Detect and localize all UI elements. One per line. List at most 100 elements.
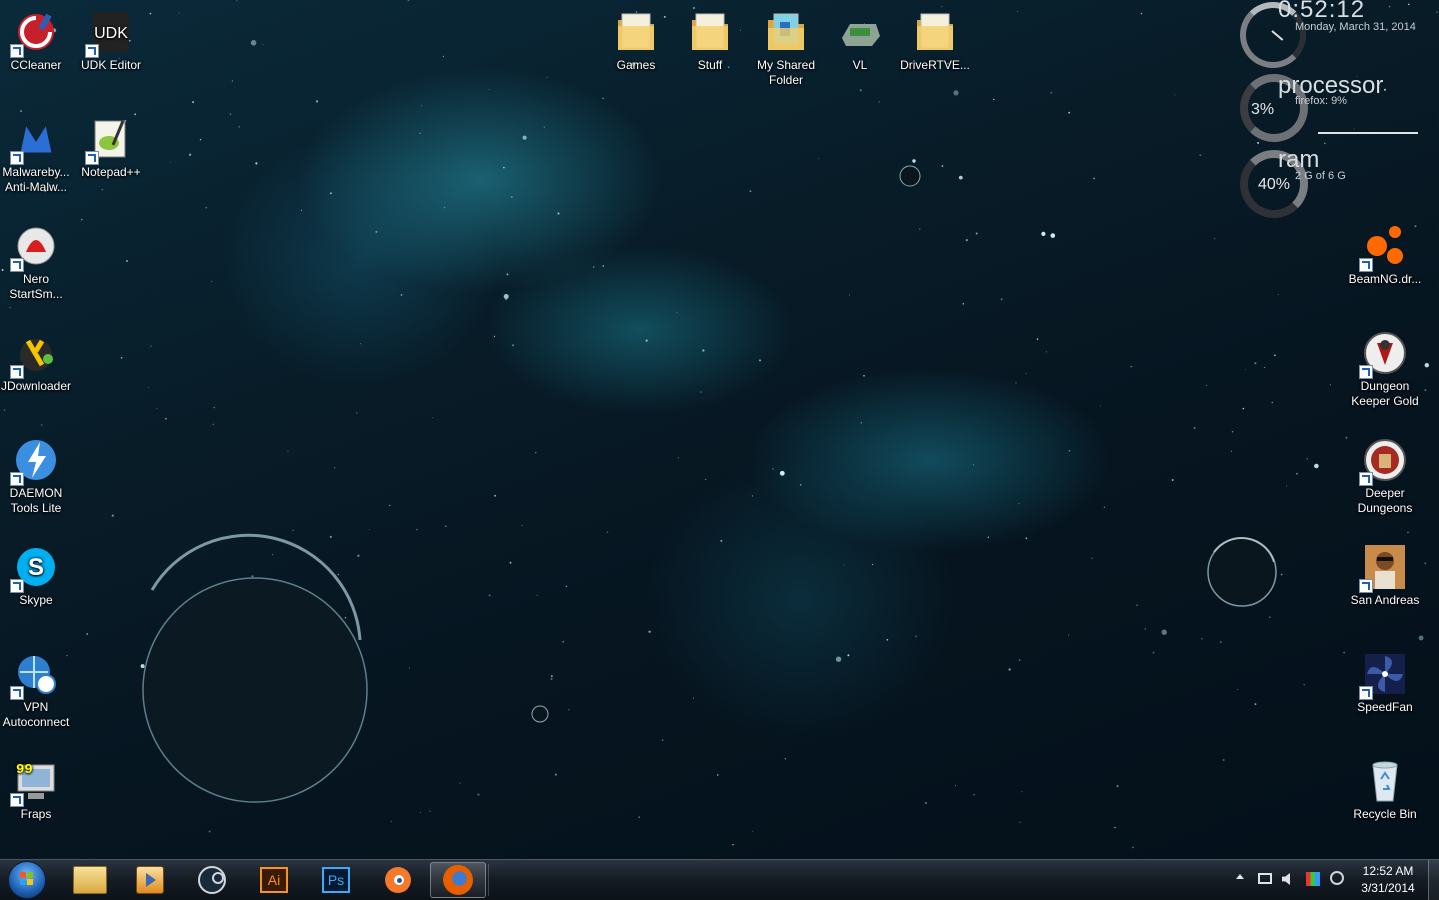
star (488, 89, 490, 91)
network-icon[interactable] (1258, 873, 1272, 884)
shortcut-arrow-icon (1359, 365, 1373, 379)
taskbar-firefox[interactable] (430, 862, 486, 898)
show-hidden-icons-button[interactable] (1236, 874, 1244, 879)
star (292, 529, 294, 531)
desktop-icon-dungeon-keeper-gold[interactable]: Dungeon Keeper Gold (1347, 329, 1423, 409)
star (886, 639, 889, 641)
desktop-icon-skype[interactable]: S Skype (0, 543, 74, 608)
desktop-icon-vpn-autoconnect[interactable]: VPN Autoconnect (0, 650, 74, 730)
star (1193, 427, 1196, 429)
star (1230, 450, 1232, 452)
desktop-icon-speedfan[interactable]: SpeedFan (1347, 650, 1423, 715)
taskbar-illustrator[interactable]: Ai (246, 862, 302, 898)
star (702, 349, 705, 352)
desktop-icon-recycle-bin[interactable]: Recycle Bin (1347, 757, 1423, 822)
star (720, 539, 723, 542)
desktop-icon-daemon-tools-lite[interactable]: DAEMON Tools Lite (0, 436, 74, 516)
taskbar-steam[interactable] (184, 862, 240, 898)
logitech-tray-icon[interactable] (1330, 871, 1344, 885)
speedfan-tray-icon[interactable] (1306, 872, 1320, 886)
star (535, 451, 537, 454)
star (638, 816, 640, 818)
tray-clock[interactable]: 12:52 AM 3/31/2014 (1350, 864, 1426, 895)
star (357, 554, 360, 557)
firefox-icon (443, 865, 473, 895)
desktop-icon-beamng-dr[interactable]: BeamNG.dr... (1347, 222, 1423, 287)
star (1025, 373, 1027, 374)
star (1424, 389, 1427, 391)
star (965, 239, 968, 242)
star (568, 709, 570, 711)
desktop-icon-fraps[interactable]: 99 Fraps (0, 757, 74, 822)
star (1407, 531, 1409, 533)
star (350, 687, 352, 690)
taskbar-photoshop[interactable]: Ps (308, 862, 364, 898)
star (550, 675, 553, 678)
tray-date: 3/31/2014 (1361, 881, 1415, 895)
star (847, 654, 850, 657)
star (330, 709, 332, 711)
icon-image (10, 8, 60, 58)
clock-gadget[interactable]: 0:52:12 Monday, March 31, 2014 (1238, 0, 1438, 70)
star (1161, 629, 1167, 635)
start-button[interactable] (2, 861, 52, 899)
star (419, 811, 421, 813)
star (1036, 338, 1039, 340)
desktop-icon-malwareby-anti-malw[interactable]: Malwareby... Anti-Malw... (0, 115, 74, 195)
desktop-icon-jdownloader[interactable]: JDownloader (0, 329, 74, 394)
show-desktop-button[interactable] (1428, 860, 1439, 900)
star (1152, 651, 1155, 654)
star (550, 677, 553, 680)
star (1329, 384, 1332, 386)
icon-image: S (10, 543, 60, 593)
desktop-icon-san-andreas[interactable]: San Andreas (1347, 543, 1423, 608)
desktop-icon-notepad[interactable]: Notepad++ (73, 115, 149, 180)
star (1296, 472, 1298, 475)
star (200, 642, 202, 644)
star (1019, 821, 1021, 823)
desktop-icon-ccleaner[interactable]: CCleaner (0, 8, 74, 73)
icon-label: Fraps (20, 807, 52, 821)
star (1270, 580, 1273, 583)
icon-label: DAEMON Tools Lite (9, 486, 63, 515)
star (835, 656, 842, 662)
icon-image: 99 (10, 757, 60, 807)
star (749, 190, 752, 193)
taskbar-media-player[interactable] (122, 862, 178, 898)
shortcut-arrow-icon (85, 44, 99, 58)
icon-image (10, 329, 60, 379)
star (536, 594, 538, 596)
star (505, 298, 508, 301)
volume-icon[interactable] (1282, 873, 1290, 885)
star (503, 166, 505, 169)
star (294, 655, 297, 658)
taskbar-explorer[interactable] (62, 862, 118, 898)
ram-gadget[interactable]: 40% ram 2 G of 6 G (1238, 146, 1438, 220)
desktop-icon-my-shared-folder[interactable]: My Shared Folder (748, 8, 824, 88)
star (1418, 635, 1424, 641)
desktop-icon-vl[interactable]: VL (822, 8, 898, 73)
star (1314, 463, 1319, 469)
icon-image (1359, 650, 1409, 700)
star (1050, 91, 1053, 94)
star (389, 504, 391, 506)
desktop-icon-games[interactable]: Games (598, 8, 674, 73)
star (878, 101, 880, 103)
desktop-icon-drivertve[interactable]: DriveRTVE... (897, 8, 973, 73)
star (1100, 405, 1101, 407)
desktop-icon-nero-startsm[interactable]: Nero StartSm... (0, 222, 74, 302)
processor-gadget[interactable]: 3% processor firefox: 9% (1238, 72, 1438, 144)
desktop-icon-stuff[interactable]: Stuff (672, 8, 748, 73)
desktop-icon-udk-editor[interactable]: UDK UDK Editor (73, 8, 149, 73)
star (493, 335, 496, 337)
desktop-icon-deeper-dungeons[interactable]: Deeper Dungeons (1347, 436, 1423, 516)
icon-image (1359, 543, 1409, 593)
svg-text:UDK: UDK (94, 25, 128, 42)
star (369, 529, 370, 531)
star (1245, 369, 1246, 371)
star (1174, 94, 1176, 96)
taskbar-blender[interactable] (370, 862, 426, 898)
star (1306, 458, 1308, 460)
drive-icon (842, 24, 880, 46)
icon-image (10, 436, 60, 486)
